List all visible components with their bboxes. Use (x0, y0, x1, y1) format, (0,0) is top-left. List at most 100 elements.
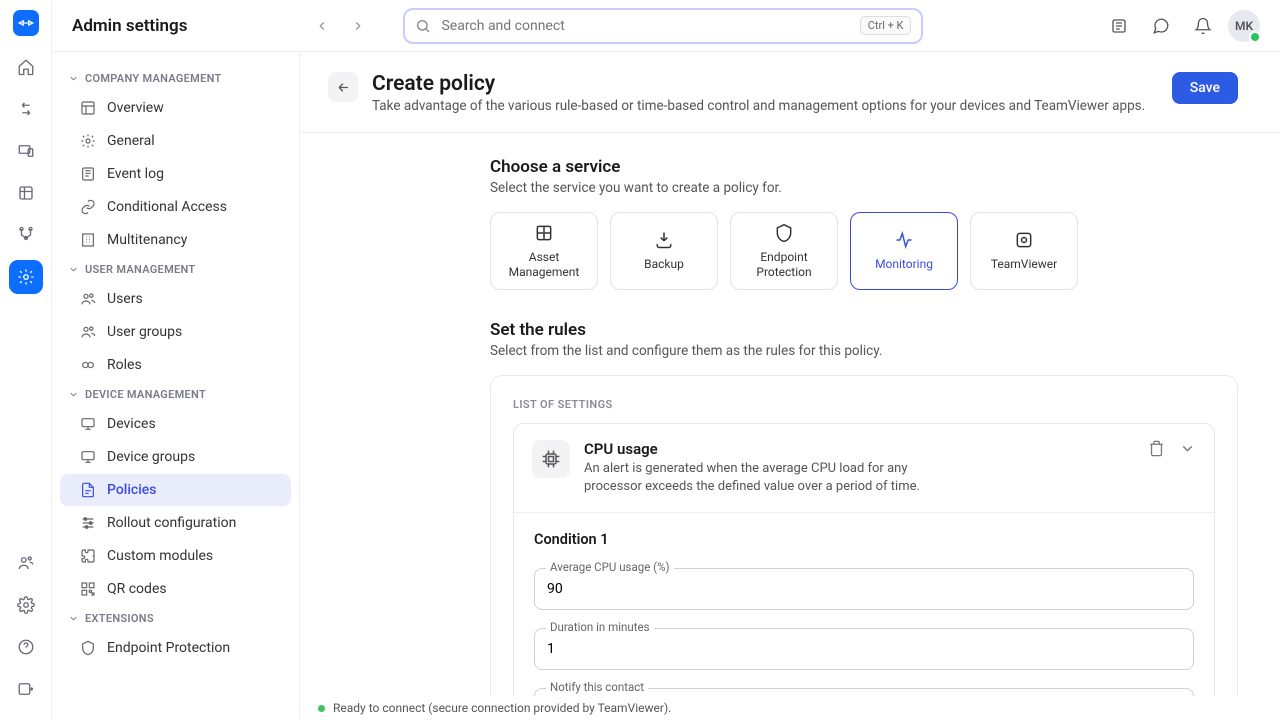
duration-label: Duration in minutes (546, 620, 654, 634)
sidebar-item-conditional-access[interactable]: Conditional Access (60, 191, 291, 223)
sidebar-item-label: Roles (107, 357, 142, 373)
sidebar-item-roles[interactable]: Roles (60, 349, 291, 381)
avatar[interactable]: MK (1228, 10, 1260, 42)
notify-contact-label: Notify this contact (546, 680, 648, 694)
sidebar-group-label: EXTENSIONS (85, 612, 154, 625)
service-card-monitoring[interactable]: Monitoring (850, 212, 958, 290)
sidebar-item-user-groups[interactable]: User groups (60, 316, 291, 348)
cpu-icon (532, 440, 570, 478)
search-box[interactable]: Ctrl + K (403, 8, 923, 44)
status-text: Ready to connect (secure connection prov… (333, 701, 671, 715)
search-input[interactable] (441, 18, 849, 34)
rail-devices-icon[interactable] (9, 134, 43, 168)
sidebar-item-qr-codes[interactable]: QR codes (60, 573, 291, 605)
service-card-endpoint-protection[interactable]: Endpoint Protection (730, 212, 838, 290)
users-icon (80, 324, 96, 340)
notifications-button[interactable] (1186, 9, 1220, 43)
sidebar-item-device-groups[interactable]: Device groups (60, 441, 291, 473)
sidebar-group-header[interactable]: USER MANAGEMENT (60, 257, 291, 282)
service-card-teamviewer[interactable]: TeamViewer (970, 212, 1078, 290)
duration-input[interactable] (534, 628, 1194, 670)
save-button[interactable]: Save (1172, 72, 1238, 104)
service-label: Monitoring (875, 257, 933, 271)
content-subtitle: Take advantage of the various rule-based… (372, 98, 1145, 114)
nav-forward-button[interactable] (343, 11, 373, 41)
service-label: Endpoint Protection (737, 250, 831, 279)
rail-exit-icon[interactable] (9, 672, 43, 706)
cpu-usage-input[interactable] (534, 568, 1194, 610)
rail-home-icon[interactable] (9, 50, 43, 84)
content: Create policy Take advantage of the vari… (300, 52, 1280, 720)
search-icon (415, 18, 431, 34)
sidebar-group-label: COMPANY MANAGEMENT (85, 72, 222, 85)
sidebar-item-rollout-configuration[interactable]: Rollout configuration (60, 507, 291, 539)
news-button[interactable] (1102, 9, 1136, 43)
condition-title: Condition 1 (534, 531, 1194, 548)
topbar: Admin settings Ctrl + K MK (52, 0, 1280, 52)
content-title: Create policy (372, 72, 1145, 96)
delete-rule-button[interactable] (1148, 440, 1165, 457)
sidebar: COMPANY MANAGEMENT Overview General Event l… (52, 52, 300, 720)
sidebar-item-label: QR codes (107, 581, 167, 597)
service-card-backup[interactable]: Backup (610, 212, 718, 290)
qr-icon (80, 581, 96, 597)
rail-contacts-icon[interactable] (9, 546, 43, 580)
service-icon (654, 230, 674, 250)
icon-rail (0, 0, 52, 720)
rail-assets-icon[interactable] (9, 176, 43, 210)
rule-card: CPU usage An alert is generated when the… (513, 423, 1215, 720)
sidebar-group-header[interactable]: DEVICE MANAGEMENT (60, 382, 291, 407)
sidebar-group-header[interactable]: COMPANY MANAGEMENT (60, 66, 291, 91)
sidebar-item-label: General (107, 133, 155, 149)
rail-settings-icon[interactable] (9, 588, 43, 622)
layout-icon (80, 100, 96, 116)
sidebar-item-overview[interactable]: Overview (60, 92, 291, 124)
sidebar-group-header[interactable]: EXTENSIONS (60, 606, 291, 631)
app-logo-icon (13, 10, 39, 36)
content-back-button[interactable] (328, 72, 358, 102)
chevron-down-icon (68, 264, 79, 275)
doc-icon (80, 482, 96, 498)
sidebar-group-label: DEVICE MANAGEMENT (85, 388, 206, 401)
sidebar-item-general[interactable]: General (60, 125, 291, 157)
link-icon (80, 199, 96, 215)
service-label: TeamViewer (991, 257, 1057, 271)
circles-icon (80, 357, 96, 373)
sidebar-item-devices[interactable]: Devices (60, 408, 291, 440)
rules-box: LIST OF SETTINGS CPU usage An alert is g… (490, 375, 1238, 720)
set-rules-subtitle: Select from the list and configure them … (490, 343, 1238, 359)
puzzle-icon (80, 548, 96, 564)
collapse-rule-button[interactable] (1179, 440, 1196, 457)
sidebar-item-label: Endpoint Protection (107, 640, 230, 656)
sidebar-item-endpoint-protection[interactable]: Endpoint Protection (60, 632, 291, 664)
chat-button[interactable] (1144, 9, 1178, 43)
choose-service-subtitle: Select the service you want to create a … (490, 180, 1238, 196)
sidebar-item-label: Policies (107, 482, 157, 498)
service-card-asset-management[interactable]: Asset Management (490, 212, 598, 290)
service-icon (534, 223, 554, 243)
sidebar-item-multitenancy[interactable]: Multitenancy (60, 224, 291, 256)
sidebar-item-label: Devices (107, 416, 156, 432)
sidebar-item-label: Conditional Access (107, 199, 227, 215)
sidebar-item-policies[interactable]: Policies (60, 474, 291, 506)
search-shortcut: Ctrl + K (860, 16, 912, 35)
sidebar-item-label: Custom modules (107, 548, 213, 564)
sidebar-item-label: Rollout configuration (107, 515, 236, 531)
sidebar-item-event-log[interactable]: Event log (60, 158, 291, 190)
sidebar-item-label: Event log (107, 166, 164, 182)
rail-workflows-icon[interactable] (9, 218, 43, 252)
service-icon (894, 230, 914, 250)
sidebar-item-label: User groups (107, 324, 182, 340)
sidebar-item-label: Overview (107, 100, 164, 116)
sidebar-item-users[interactable]: Users (60, 283, 291, 315)
rail-connections-icon[interactable] (9, 92, 43, 126)
set-rules-title: Set the rules (490, 320, 1238, 340)
choose-service-title: Choose a service (490, 157, 1238, 177)
rail-admin-icon[interactable] (9, 260, 43, 294)
gear-icon (80, 133, 96, 149)
nav-back-button[interactable] (307, 11, 337, 41)
service-icon (774, 223, 794, 243)
rail-help-icon[interactable] (9, 630, 43, 664)
cpu-usage-label: Average CPU usage (%) (546, 560, 674, 574)
sidebar-item-custom-modules[interactable]: Custom modules (60, 540, 291, 572)
